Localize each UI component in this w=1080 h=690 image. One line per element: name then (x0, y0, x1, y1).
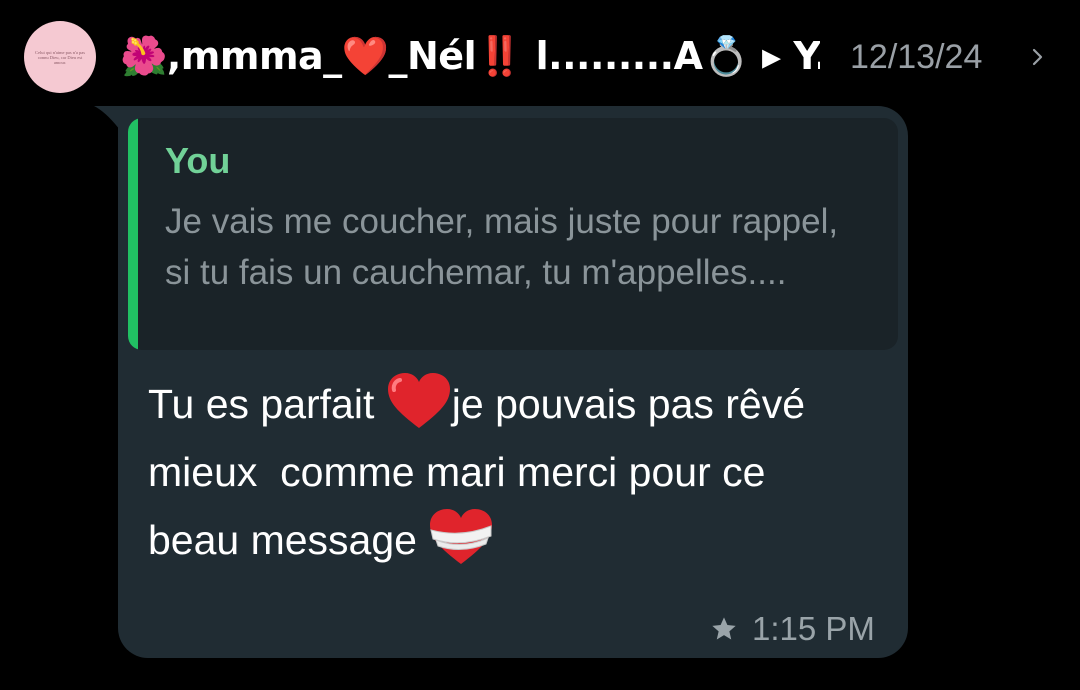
quote-author: You (165, 140, 231, 181)
message-text: Tu es parfait je pouvais pas rêvé mieux … (148, 370, 868, 574)
message-text-part1: Tu es parfait (148, 381, 386, 427)
quote-text: Je vais me coucher, mais juste pour rapp… (165, 202, 839, 292)
sender-name[interactable]: 🌺,mmma_❤️_Nél‼️ l.........A💍 ▸ Y... (120, 34, 820, 86)
bubble-tail (94, 106, 120, 130)
avatar-text: Celui qui n'aime pas n'a pas connu Dieu,… (35, 49, 85, 65)
message-meta: 1:15 PM (710, 608, 875, 650)
red-heart-emoji-icon (387, 373, 450, 428)
avatar[interactable]: Celui qui n'aime pas n'a pas connu Dieu,… (24, 21, 96, 93)
quote-bar (128, 118, 138, 350)
star-icon[interactable] (710, 615, 738, 643)
chevron-right-icon[interactable] (1030, 47, 1046, 67)
quoted-message[interactable]: You Je vais me coucher, mais juste pour … (128, 118, 898, 350)
message-time: 1:15 PM (752, 610, 875, 647)
mending-heart-emoji-icon (430, 509, 493, 564)
chat-header: Celui qui n'aime pas n'a pas connu Dieu,… (0, 0, 1080, 105)
message-date: 12/13/24 (850, 38, 983, 76)
